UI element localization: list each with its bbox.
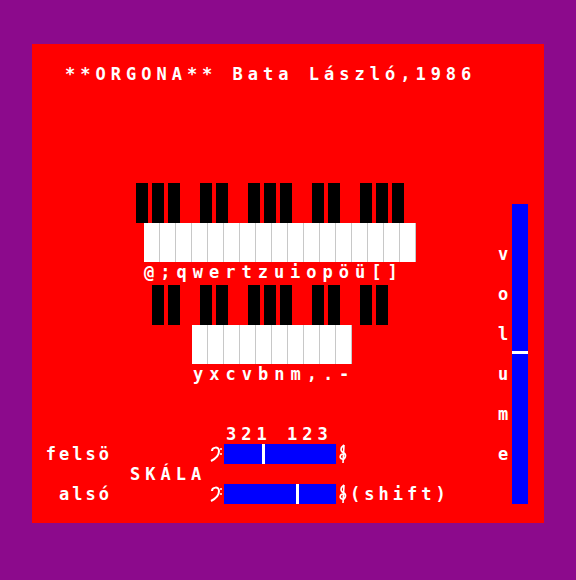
volume-slider[interactable] [512,204,528,504]
black-key[interactable] [264,183,276,223]
volume-control: volume [496,204,528,504]
black-key [232,183,244,223]
volume-marker[interactable] [512,351,528,354]
white-key[interactable] [224,325,240,364]
treble-clef-icon [338,484,348,504]
upper-white-keys [144,223,416,262]
white-key[interactable] [272,223,288,262]
white-key[interactable] [400,223,416,262]
white-key[interactable] [336,223,352,262]
upper-key-labels: @;qwertzuiopöü[] [144,262,404,282]
lower-key-labels: yxcvbnm,.- [193,364,355,384]
black-key[interactable] [200,285,212,325]
black-key[interactable] [312,285,324,325]
scale-row-label: alsó [32,484,112,504]
black-key[interactable] [168,183,180,223]
white-key[interactable] [240,223,256,262]
black-key[interactable] [360,183,372,223]
scale-row-label: felsö [32,444,112,464]
white-key[interactable] [336,325,352,364]
white-key[interactable] [208,223,224,262]
white-key[interactable] [192,325,208,364]
white-key[interactable] [192,223,208,262]
black-key[interactable] [200,183,212,223]
black-key[interactable] [392,183,404,223]
black-key[interactable] [152,285,164,325]
black-key[interactable] [280,183,292,223]
black-key[interactable] [152,183,164,223]
white-key[interactable] [368,223,384,262]
black-key [184,285,196,325]
scale-row: felsö [32,444,348,464]
white-key[interactable] [304,223,320,262]
black-key [296,183,308,223]
bass-clef-icon [210,485,222,503]
black-key[interactable] [264,285,276,325]
black-key[interactable] [216,183,228,223]
white-key[interactable] [320,223,336,262]
white-key[interactable] [208,325,224,364]
title: **ORGONA** Bata László,1986 [65,64,476,84]
shift-label: (shift) [350,484,450,504]
black-key [184,183,196,223]
black-key[interactable] [136,183,148,223]
black-key [344,285,356,325]
white-key[interactable] [256,223,272,262]
black-key[interactable] [376,285,388,325]
upper-black-keys [136,183,404,223]
black-key [296,285,308,325]
treble-clef-icon [338,444,348,464]
black-key[interactable] [360,285,372,325]
white-key[interactable] [272,325,288,364]
black-key[interactable] [312,183,324,223]
white-key[interactable] [352,223,368,262]
black-key [232,285,244,325]
screen: **ORGONA** Bata László,1986 @;qwertzuiop… [0,0,576,580]
scale-slider[interactable] [224,484,336,504]
white-key[interactable] [224,223,240,262]
white-key[interactable] [288,223,304,262]
black-key[interactable] [328,285,340,325]
black-key[interactable] [248,183,260,223]
white-key[interactable] [384,223,400,262]
volume-label: volume [496,204,510,504]
bass-clef-icon [210,445,222,463]
black-key[interactable] [376,183,388,223]
black-key[interactable] [168,285,180,325]
white-key[interactable] [256,325,272,364]
black-key[interactable] [248,285,260,325]
scale-numbers: 321 123 [226,424,333,444]
lower-black-keys [152,285,388,325]
scale-slider[interactable] [224,444,336,464]
black-key[interactable] [216,285,228,325]
white-key[interactable] [176,223,192,262]
white-key[interactable] [288,325,304,364]
scale-row: alsó (shift) [32,484,450,504]
white-key[interactable] [144,223,160,262]
black-key [344,183,356,223]
black-key[interactable] [280,285,292,325]
organ-panel: **ORGONA** Bata László,1986 @;qwertzuiop… [32,44,544,523]
slider-marker[interactable] [296,484,299,504]
lower-white-keys [192,325,352,364]
scale-label: SKÁLA [130,464,206,484]
white-key[interactable] [240,325,256,364]
white-key[interactable] [320,325,336,364]
slider-marker[interactable] [262,444,265,464]
white-key[interactable] [160,223,176,262]
white-key[interactable] [304,325,320,364]
black-key[interactable] [328,183,340,223]
